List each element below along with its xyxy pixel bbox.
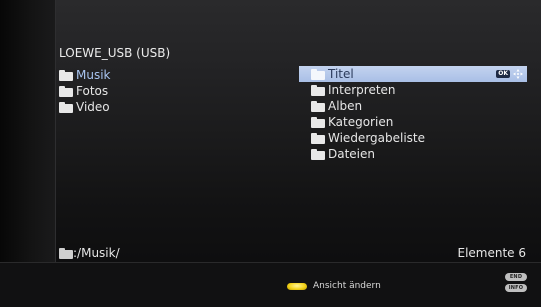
info-key-badge[interactable]: INFO — [505, 284, 527, 292]
left-margin-band — [0, 0, 55, 262]
change-view-label: Ansicht ändern — [313, 281, 381, 291]
dpad-navigation-icon — [513, 69, 523, 79]
folder-icon — [311, 116, 325, 128]
subfolder-item-alben[interactable]: Alben — [299, 98, 527, 114]
category-label: Fotos — [76, 84, 109, 98]
yellow-button-icon — [287, 282, 307, 290]
subfolder-item-titel[interactable]: Titel OK — [299, 66, 527, 82]
subfolder-item-dateien[interactable]: Dateien — [299, 146, 527, 162]
folder-icon — [311, 148, 325, 160]
elements-count: Elemente 6 — [457, 246, 526, 260]
category-item-musik[interactable]: Musik — [59, 67, 239, 83]
subfolder-item-wiedergabeliste[interactable]: Wiedergabeliste — [299, 130, 527, 146]
ok-badge: OK — [496, 70, 510, 78]
footer-divider — [0, 262, 541, 263]
change-view-hint[interactable]: Ansicht ändern — [287, 281, 381, 291]
panel-divider — [55, 0, 56, 262]
folder-icon — [59, 85, 73, 97]
folder-icon — [311, 68, 325, 80]
subfolder-label: Dateien — [328, 147, 376, 161]
subfolder-label: Wiedergabeliste — [328, 131, 426, 145]
category-item-video[interactable]: Video — [59, 99, 239, 115]
folder-icon — [311, 132, 325, 144]
current-path: :/Musik/ — [59, 246, 120, 260]
device-title: LOEWE_USB (USB) — [59, 46, 171, 60]
media-browser-screen: LOEWE_USB (USB) Musik Fotos Video Titel … — [0, 0, 541, 307]
footer-bar — [0, 262, 541, 307]
status-bar: :/Musik/ Elemente 6 — [55, 242, 541, 262]
subfolder-label: Alben — [328, 99, 363, 113]
subfolder-item-interpreten[interactable]: Interpreten — [299, 82, 527, 98]
folder-icon — [311, 100, 325, 112]
folder-icon — [311, 84, 325, 96]
folder-icon — [59, 69, 73, 81]
end-key-badge[interactable]: END — [505, 273, 527, 281]
subfolder-label: Interpreten — [328, 83, 396, 97]
subfolder-label: Titel — [328, 67, 354, 81]
category-list: Musik Fotos Video — [59, 67, 239, 115]
category-label: Video — [76, 100, 110, 114]
music-subfolder-list: Titel OK Interpreten Alben Kategorien Wi… — [299, 66, 527, 162]
subfolder-item-kategorien[interactable]: Kategorien — [299, 114, 527, 130]
subfolder-label: Kategorien — [328, 115, 394, 129]
current-path-text: :/Musik/ — [73, 246, 120, 260]
category-item-fotos[interactable]: Fotos — [59, 83, 239, 99]
folder-icon — [59, 101, 73, 113]
ok-navigation-hint: OK — [496, 66, 523, 82]
folder-icon — [59, 247, 73, 259]
category-label: Musik — [76, 68, 111, 82]
